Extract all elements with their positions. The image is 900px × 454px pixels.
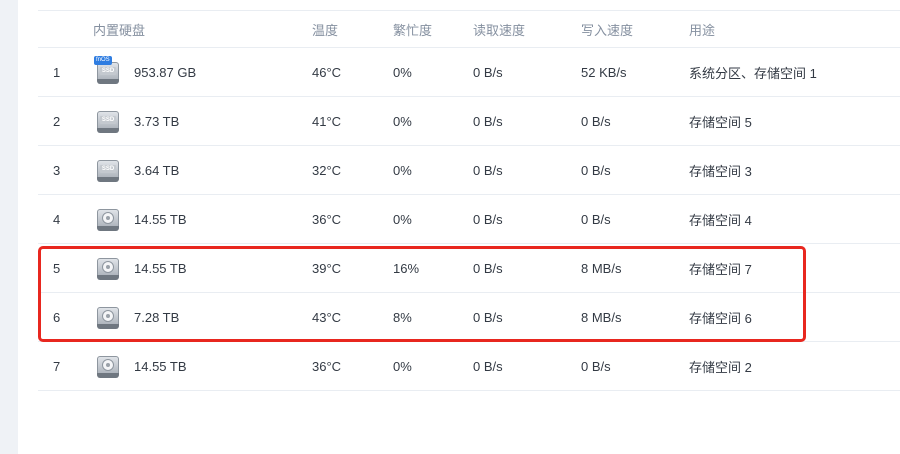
- disk-write-speed: 52 KB/s: [581, 64, 627, 80]
- disk-usage: 存储空间 7: [689, 261, 752, 277]
- disk-read-speed: 0 B/s: [473, 113, 503, 129]
- disk-usage: 存储空间 2: [689, 359, 752, 375]
- disk-write-speed: 8 MB/s: [581, 309, 622, 325]
- disk-temp: 36°C: [312, 211, 342, 227]
- disk-size: 14.55 TB: [134, 211, 187, 227]
- disk-usage: 存储空间 5: [689, 114, 752, 130]
- disk-busy: 0%: [393, 113, 412, 129]
- disk-size: 14.55 TB: [134, 358, 187, 374]
- disk-size: 7.28 TB: [134, 309, 180, 325]
- table-row[interactable]: 7 14.55 TB 36°C 0% 0 B/s 0 B/s 存储空间 2: [38, 342, 900, 391]
- hdd-icon: [96, 244, 120, 292]
- header-disk[interactable]: 内置硬盘: [93, 11, 145, 47]
- disk-usage: 存储空间 3: [689, 163, 752, 179]
- disk-busy: 0%: [393, 358, 412, 374]
- disk-read-speed: 0 B/s: [473, 309, 503, 325]
- disk-write-speed: 0 B/s: [581, 162, 611, 178]
- table-row[interactable]: 3 SSD 3.64 TB 32°C 0% 0 B/s 0 B/s 存储空间 3: [38, 146, 900, 195]
- disk-busy: 0%: [393, 211, 412, 227]
- disk-usage: 存储空间 6: [689, 310, 752, 326]
- disk-busy: 0%: [393, 162, 412, 178]
- header-use[interactable]: 用途: [689, 11, 715, 47]
- disk-usage: 系统分区、存储空间 1: [689, 65, 817, 81]
- disk-read-speed: 0 B/s: [473, 64, 503, 80]
- table-row[interactable]: 2 SSD 3.73 TB 41°C 0% 0 B/s 0 B/s 存储空间 5: [38, 97, 900, 146]
- system-badge: fnOS: [94, 56, 112, 65]
- disk-panel: 内置硬盘 温度 繁忙度 读取速度 写入速度 用途 1 SSD fnOS 953.…: [18, 0, 900, 454]
- disk-busy: 8%: [393, 309, 412, 325]
- disk-temp: 36°C: [312, 358, 342, 374]
- header-busy[interactable]: 繁忙度: [393, 11, 432, 47]
- disk-size: 3.73 TB: [134, 113, 180, 129]
- table-row[interactable]: 1 SSD fnOS 953.87 GB 46°C 0% 0 B/s 52 KB…: [38, 48, 900, 97]
- disk-size: 14.55 TB: [134, 260, 187, 276]
- disk-table: 内置硬盘 温度 繁忙度 读取速度 写入速度 用途 1 SSD fnOS 953.…: [38, 10, 900, 391]
- disk-read-speed: 0 B/s: [473, 358, 503, 374]
- table-header: 内置硬盘 温度 繁忙度 读取速度 写入速度 用途: [38, 10, 900, 48]
- disk-busy: 0%: [393, 64, 412, 80]
- table-row[interactable]: 5 14.55 TB 39°C 16% 0 B/s 8 MB/s 存储空间 7: [38, 244, 900, 293]
- hdd-icon: [96, 342, 120, 390]
- header-read[interactable]: 读取速度: [473, 11, 525, 47]
- ssd-icon: SSD: [96, 97, 120, 145]
- disk-write-speed: 0 B/s: [581, 358, 611, 374]
- disk-write-speed: 0 B/s: [581, 211, 611, 227]
- row-index: 4: [53, 211, 61, 227]
- row-index: 6: [53, 309, 61, 325]
- ssd-icon: SSD fnOS: [94, 48, 120, 96]
- disk-busy: 16%: [393, 260, 420, 276]
- row-index: 7: [53, 358, 61, 374]
- row-index: 1: [53, 64, 61, 80]
- ssd-icon: SSD: [96, 146, 120, 194]
- left-sidebar-strip: [0, 0, 18, 454]
- disk-read-speed: 0 B/s: [473, 260, 503, 276]
- disk-temp: 39°C: [312, 260, 342, 276]
- hdd-icon: [96, 195, 120, 243]
- disk-size: 953.87 GB: [134, 64, 197, 80]
- table-row[interactable]: 4 14.55 TB 36°C 0% 0 B/s 0 B/s 存储空间 4: [38, 195, 900, 244]
- disk-temp: 46°C: [312, 64, 342, 80]
- hdd-icon: [96, 293, 120, 341]
- disk-temp: 43°C: [312, 309, 342, 325]
- disk-usage: 存储空间 4: [689, 212, 752, 228]
- disk-temp: 41°C: [312, 113, 342, 129]
- disk-write-speed: 0 B/s: [581, 113, 611, 129]
- disk-read-speed: 0 B/s: [473, 211, 503, 227]
- row-index: 3: [53, 162, 61, 178]
- disk-temp: 32°C: [312, 162, 342, 178]
- disk-read-speed: 0 B/s: [473, 162, 503, 178]
- header-temp[interactable]: 温度: [312, 11, 338, 47]
- disk-size: 3.64 TB: [134, 162, 180, 178]
- header-write[interactable]: 写入速度: [581, 11, 633, 47]
- row-index: 2: [53, 113, 61, 129]
- row-index: 5: [53, 260, 61, 276]
- disk-write-speed: 8 MB/s: [581, 260, 622, 276]
- table-row[interactable]: 6 7.28 TB 43°C 8% 0 B/s 8 MB/s 存储空间 6: [38, 293, 900, 342]
